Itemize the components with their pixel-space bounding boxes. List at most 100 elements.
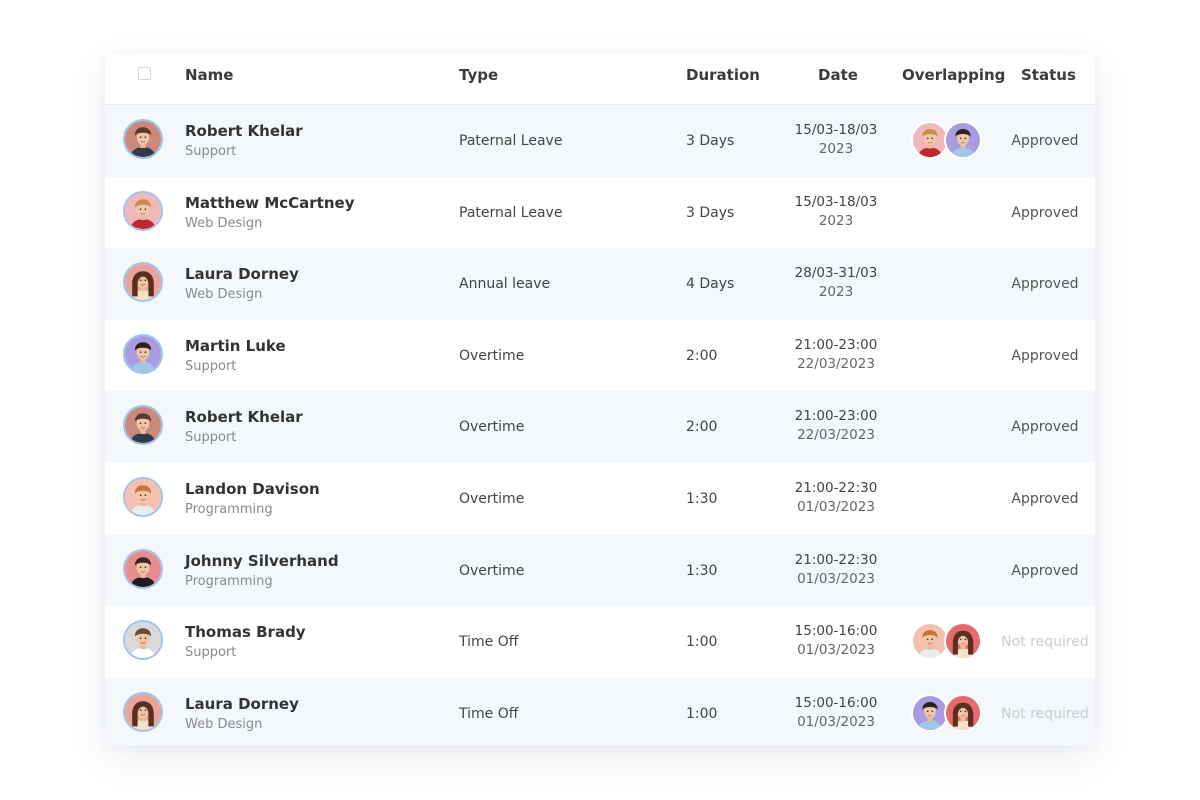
leave-duration: 2:00 xyxy=(686,347,718,364)
table-row[interactable]: Robert Khelar Support Paternal Leave 3 Days… xyxy=(105,105,1095,177)
table-body: Robert Khelar Support Paternal Leave 3 Days… xyxy=(105,105,1095,746)
avatar[interactable] xyxy=(123,548,163,589)
employee-department: Support xyxy=(185,358,237,374)
status-label: Approved xyxy=(1011,347,1079,364)
employee-name[interactable]: Johnny Silverhand xyxy=(185,552,339,570)
header-type[interactable]: Type xyxy=(459,54,498,104)
avatar[interactable] xyxy=(123,119,163,159)
status-label: Approved xyxy=(1011,419,1079,436)
header-duration[interactable]: Duration xyxy=(686,54,760,104)
employee-name[interactable]: Martin Luke xyxy=(185,337,286,355)
table-row[interactable]: Laura Dorney Web Design Time Off 1:00 15:00-… xyxy=(105,677,1095,746)
leave-date-range: 15:00-16:00 xyxy=(794,694,878,711)
employee-name[interactable]: Landon Davison xyxy=(185,480,320,498)
header-status[interactable]: Status xyxy=(1021,54,1076,104)
leave-date-range: 28/03-31/03 xyxy=(794,265,878,282)
leave-date: 21:00-22:30 01/03/2023 xyxy=(780,551,892,589)
employee-name[interactable]: Laura Dorney xyxy=(185,695,299,713)
leave-type: Time Off xyxy=(459,634,519,651)
employee-department: Support xyxy=(185,144,237,159)
overlapping-avatars xyxy=(911,479,991,519)
leave-date-year: 2023 xyxy=(818,141,854,157)
select-all-checkbox[interactable] xyxy=(138,67,151,80)
avatar[interactable] xyxy=(123,620,163,661)
leave-date-year: 22/03/2023 xyxy=(797,427,875,444)
leave-date-year: 2023 xyxy=(818,212,854,229)
status-label: Not required xyxy=(1001,634,1089,651)
leave-type: Overtime xyxy=(459,562,525,579)
overlap-avatar[interactable] xyxy=(944,622,982,661)
employee-name[interactable]: Matthew McCartney xyxy=(185,194,354,212)
leave-date-range: 21:00-22:30 xyxy=(794,551,878,568)
leave-type: Overtime xyxy=(459,347,525,364)
avatar[interactable] xyxy=(123,190,163,231)
avatar[interactable] xyxy=(123,476,163,517)
table-row[interactable]: Matthew McCartney Web Design Paternal Leav… xyxy=(105,177,1095,249)
leave-date: 28/03-31/03 2023 xyxy=(780,264,892,302)
overlap-avatar[interactable] xyxy=(944,693,982,732)
overlap-avatar[interactable] xyxy=(944,121,982,159)
employee-name[interactable]: Robert Khelar xyxy=(185,408,303,426)
leave-date-range: 21:00-22:30 xyxy=(794,479,878,496)
leave-date-year: 22/03/2023 xyxy=(797,355,875,372)
employee-department: Programming xyxy=(185,501,273,517)
table-row[interactable]: Martin Luke Support Overtime 2:00 21:00-23:0… xyxy=(105,320,1095,392)
status-label: Approved xyxy=(1011,204,1079,221)
status-label: Not required xyxy=(1001,705,1089,722)
avatar[interactable] xyxy=(123,333,163,374)
leave-duration: 4 Days xyxy=(686,276,735,293)
overlapping-avatars xyxy=(911,693,991,734)
leave-date: 21:00-22:30 01/03/2023 xyxy=(780,479,892,517)
leave-date-range: 21:00-23:00 xyxy=(794,408,878,425)
leave-date: 21:00-23:00 22/03/2023 xyxy=(780,336,892,374)
status-label: Approved xyxy=(1011,562,1079,579)
avatar[interactable] xyxy=(123,262,163,303)
employee-department: Web Design xyxy=(185,716,263,732)
status-label: Approved xyxy=(1011,276,1079,293)
leave-date: 21:00-23:00 22/03/2023 xyxy=(780,407,892,445)
overlapping-avatars xyxy=(911,264,991,304)
status-label: Approved xyxy=(1011,133,1079,149)
employee-name[interactable]: Thomas Brady xyxy=(185,623,306,641)
leave-date-range: 21:00-23:00 xyxy=(794,336,878,353)
leave-duration: 2:00 xyxy=(686,419,718,436)
employee-department: Support xyxy=(185,430,237,446)
leave-duration: 3 Days xyxy=(686,133,735,149)
leave-date-year: 2023 xyxy=(818,284,854,301)
overlapping-avatars xyxy=(911,193,991,233)
leave-duration: 1:00 xyxy=(686,634,718,651)
leave-date-range: 15:00-16:00 xyxy=(794,623,878,640)
leave-duration: 1:30 xyxy=(686,490,718,507)
leave-duration: 3 Days xyxy=(686,204,735,221)
table-row[interactable]: Robert Khelar Support Overtime 2:00 21:00-23… xyxy=(105,391,1095,463)
leave-type: Overtime xyxy=(459,419,525,436)
leave-duration: 1:30 xyxy=(686,562,718,579)
overlapping-avatars xyxy=(911,407,991,447)
leave-date-range: 15/03-18/03 xyxy=(794,193,878,210)
leave-date-range: 15/03-18/03 xyxy=(794,122,878,138)
leave-table-card: Name Type Duration Date Overlapping Stat… xyxy=(105,54,1095,746)
leave-date: 15:00-16:00 01/03/2023 xyxy=(780,622,892,660)
leave-type: Paternal Leave xyxy=(459,204,563,221)
header-name[interactable]: Name xyxy=(185,54,233,104)
overlapping-avatars xyxy=(911,121,991,161)
employee-name[interactable]: Laura Dorney xyxy=(185,265,299,283)
header-overlapping[interactable]: Overlapping xyxy=(902,54,1005,104)
overlapping-avatars xyxy=(911,551,991,591)
leave-type: Time Off xyxy=(459,705,519,722)
header-date[interactable]: Date xyxy=(818,54,858,104)
overlapping-avatars xyxy=(911,622,991,662)
overlapping-avatars xyxy=(911,336,991,376)
avatar[interactable] xyxy=(123,405,163,446)
employee-department: Support xyxy=(185,645,237,661)
employee-department: Web Design xyxy=(185,287,263,303)
status-label: Approved xyxy=(1011,490,1079,507)
avatar[interactable] xyxy=(123,691,163,732)
table-row[interactable]: Thomas Brady Support Time Off 1:00 15:00-16:… xyxy=(105,606,1095,678)
table-row[interactable]: Johnny Silverhand Programming Overtime 1:30… xyxy=(105,534,1095,607)
table-row[interactable]: Landon Davison Programming Overtime 1:30 21:… xyxy=(105,463,1095,535)
table-row[interactable]: Laura Dorney Web Design Annual leave 4 Days… xyxy=(105,248,1095,320)
employee-name[interactable]: Robert Khelar xyxy=(185,122,303,140)
leave-date: 15/03-18/03 2023 xyxy=(780,121,892,159)
table-header: Name Type Duration Date Overlapping Stat… xyxy=(105,54,1095,105)
